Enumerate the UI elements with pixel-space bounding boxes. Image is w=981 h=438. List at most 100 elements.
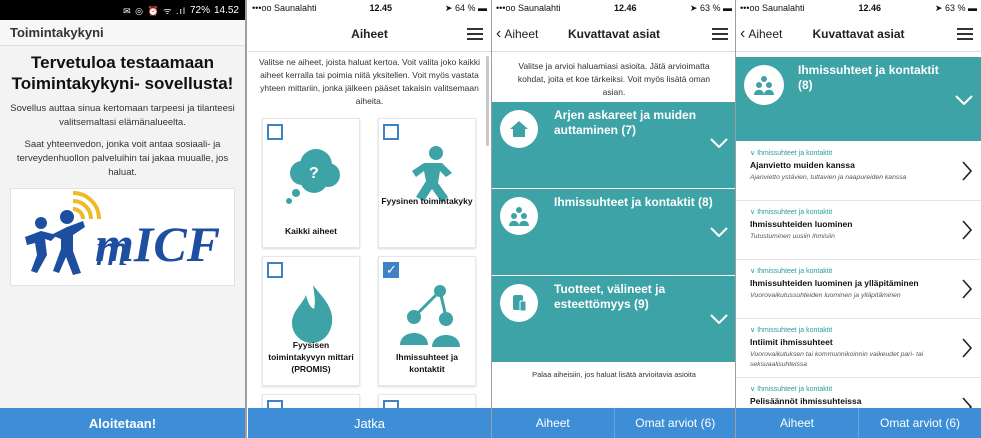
checkbox[interactable] — [267, 124, 283, 140]
panel-divider — [245, 0, 247, 438]
item-title: Intiimit ihmissuhteet — [750, 337, 833, 347]
people-icon — [744, 65, 784, 105]
welcome-heading: Tervetuloa testaamaan Toimintakykyni- so… — [11, 53, 234, 93]
tab-my-ratings[interactable]: Omat arviot (6) — [858, 408, 981, 438]
nav-bar: ‹ Aiheet Kuvattavat asiat — [736, 16, 981, 52]
chevron-right-icon — [962, 338, 972, 358]
item-title: Pelisäännöt ihmissuhteissa — [750, 396, 862, 406]
back-button[interactable]: ‹ Aiheet — [496, 16, 538, 52]
item-category: ∨ Ihmissuhteet ja kontaktit — [750, 150, 833, 157]
topics-screen: •••oo Saunalahti 12.45 ➤ 64 % ▬ Aiheet V… — [248, 0, 491, 438]
chevron-left-icon: ‹ — [740, 25, 746, 42]
battery-level: ➤ 63 % ▬ — [934, 2, 977, 13]
nav-bar: Aiheet — [248, 16, 491, 52]
topic-card-promis[interactable]: Fyysisen toimintakyvyn mittari (PROMIS) — [262, 256, 360, 386]
menu-icon[interactable] — [712, 28, 728, 40]
return-hint: Palaa aiheisiin, jos haluat lisätä arvio… — [532, 370, 696, 379]
carrier: •••oo Saunalahti — [252, 3, 317, 13]
welcome-screen: ✉ ◎ ⏰ ᯤ .ıl 72% 14.52 Toimintakykyni Ter… — [0, 0, 245, 438]
list-item[interactable]: ∨ Ihmissuhteet ja kontaktit Ihmissuhteid… — [736, 261, 981, 319]
topic-card-all[interactable]: ? Kaikki aiheet — [262, 118, 360, 248]
carrier: •••oo Saunalahti — [740, 3, 805, 13]
tab-topics[interactable]: Aiheet — [492, 408, 614, 438]
app-title: Toimintakykyni — [0, 20, 245, 46]
battery-level: ➤ 64 % ▬ — [444, 2, 487, 13]
chevron-down-icon — [710, 138, 728, 148]
checkbox-checked[interactable] — [383, 262, 399, 278]
chevron-left-icon: ‹ — [496, 25, 502, 42]
category-title: Ihmissuhteet ja kontaktit (8) — [554, 195, 713, 209]
list-item[interactable]: ∨ Ihmissuhteet ja kontaktit Intiimit ihm… — [736, 320, 981, 378]
page-title: Kuvattavat asiat — [812, 26, 905, 41]
status-bar: •••oo Saunalahti 12.46 ➤ 63 % ▬ — [736, 0, 981, 16]
scrollbar[interactable] — [486, 56, 489, 146]
category-header[interactable]: Ihmissuhteet ja kontaktit (8) — [736, 57, 981, 141]
battery-level: ➤ 63 % ▬ — [689, 2, 732, 13]
summary-paragraph: Saat yhteenvedon, jonka voit antaa sosia… — [16, 139, 229, 178]
describe-screen: •••oo Saunalahti 12.46 ➤ 63 % ▬ ‹ Aiheet … — [492, 0, 736, 438]
continue-button[interactable]: Jatka — [248, 408, 491, 438]
item-category: ∨ Ihmissuhteet ja kontaktit — [750, 268, 833, 275]
item-title: Ihmissuhteiden luominen ja ylläpitäminen — [750, 278, 919, 288]
menu-icon[interactable] — [467, 28, 483, 40]
menu-icon[interactable] — [957, 28, 973, 40]
status-icons: ✉ ◎ ⏰ ᯤ .ıl — [123, 5, 186, 16]
intro-paragraph: Sovellus auttaa sinua kertomaan tarpeesi… — [10, 103, 235, 128]
status-time: 14.52 — [213, 4, 239, 16]
topic-card-relationships[interactable]: Ihmissuhteet ja kontaktit — [378, 256, 476, 386]
status-time: 12.45 — [369, 3, 392, 13]
micf-logo: m mICF — [10, 188, 235, 286]
people-icon — [500, 197, 538, 235]
category-title: Ihmissuhteet ja kontaktit (8) — [798, 63, 939, 92]
list-item[interactable]: ∨ Ihmissuhteet ja kontaktit Ihmissuhteid… — [736, 202, 981, 260]
people-network-icon — [400, 285, 460, 347]
nav-bar: ‹ Aiheet Kuvattavat asiat — [492, 16, 736, 52]
topics-instructions: Valitse ne aiheet, joista haluat kertoa.… — [259, 57, 480, 106]
status-bar: •••oo Saunalahti 12.46 ➤ 63 % ▬ — [492, 0, 736, 16]
chevron-right-icon — [962, 161, 972, 181]
topic-card-physical[interactable]: Fyysinen toimintakyky — [378, 118, 476, 248]
svg-text:?: ? — [309, 165, 319, 182]
card-label: Fyysinen toimintakyky — [381, 196, 473, 206]
back-button[interactable]: ‹ Aiheet — [740, 16, 782, 52]
item-description: Vuorovaikutussuhteiden luominen ja ylläp… — [750, 292, 901, 299]
status-time: 12.46 — [613, 3, 637, 13]
item-description: Vuorovaikutuksen tai kommunnikoinnin vai… — [750, 351, 924, 368]
tab-topics[interactable]: Aiheet — [736, 408, 858, 438]
bottom-tab-bar: Aiheet Omat arviot (6) — [492, 408, 736, 438]
house-icon — [500, 110, 538, 148]
tab-my-ratings[interactable]: Omat arviot (6) — [613, 408, 737, 438]
battery-level: 72% — [189, 4, 210, 16]
card-label: Ihmissuhteet ja kontaktit — [396, 352, 458, 374]
category-title: Arjen askareet ja muiden auttaminen (7) — [554, 108, 697, 137]
thought-bubble-icon: ? — [286, 149, 340, 204]
item-category: ∨ Ihmissuhteet ja kontaktit — [750, 386, 833, 393]
card-label: Kaikki aiheet — [285, 226, 337, 236]
chevron-right-icon — [962, 279, 972, 299]
chevron-down-icon — [710, 227, 728, 237]
devices-icon — [500, 284, 538, 322]
item-description: Tutustuminen uusiin ihmisiin — [750, 233, 835, 240]
checkbox[interactable] — [383, 124, 399, 140]
chevron-down-icon — [955, 95, 973, 105]
item-title: Ajanvietto muiden kanssa — [750, 160, 855, 170]
chevron-down-icon — [710, 314, 728, 324]
item-title: Ihmissuhteiden luominen — [750, 219, 853, 229]
category-products[interactable]: Tuotteet, välineet ja esteettömyys (9) — [492, 276, 736, 362]
checkbox[interactable] — [267, 262, 283, 278]
item-description: Ajanvietto ystävien, tuttavien ja naapur… — [750, 174, 907, 181]
page-title: Kuvattavat asiat — [567, 26, 661, 41]
start-button[interactable]: Aloitetaan! — [0, 408, 245, 438]
carrier: •••oo Saunalahti — [496, 3, 561, 13]
relationships-screen: •••oo Saunalahti 12.46 ➤ 63 % ▬ ‹ Aiheet … — [736, 0, 981, 438]
chevron-right-icon — [962, 220, 972, 240]
item-category: ∨ Ihmissuhteet ja kontaktit — [750, 327, 833, 334]
list-item[interactable]: ∨ Ihmissuhteet ja kontaktit Ajanvietto m… — [736, 143, 981, 201]
bottom-tab-bar: Aiheet Omat arviot (6) — [736, 408, 981, 438]
status-bar: ✉ ◎ ⏰ ᯤ .ıl 72% 14.52 — [0, 0, 245, 20]
category-daily-tasks[interactable]: Arjen askareet ja muiden auttaminen (7) — [492, 102, 736, 188]
describe-instructions: Valitse ja arvioi haluamiasi asioita. Jä… — [517, 61, 711, 97]
page-title: Aiheet — [351, 26, 388, 41]
item-category: ∨ Ihmissuhteet ja kontaktit — [750, 209, 833, 216]
category-relationships[interactable]: Ihmissuhteet ja kontaktit (8) — [492, 189, 736, 275]
